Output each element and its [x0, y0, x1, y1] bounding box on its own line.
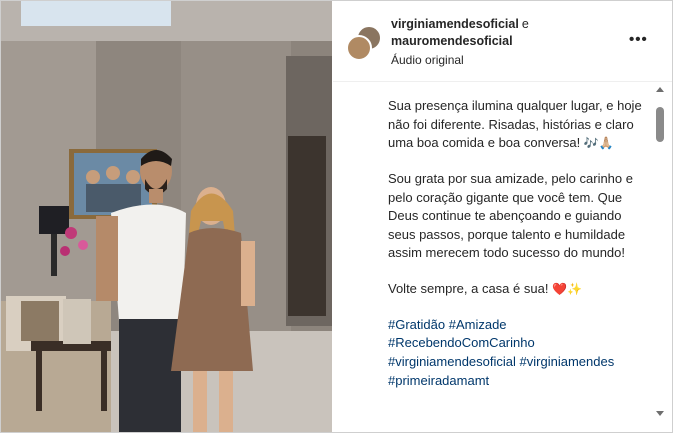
heart-sparkles-emoji-icon: ❤️✨ [552, 282, 582, 297]
hashtag-list: #Gratidão #Amizade #RecebendoComCarinho … [388, 316, 648, 390]
collab-avatars[interactable] [346, 25, 382, 61]
post-details-panel: virginiamendesoficial e mauromendesoficia… [333, 1, 672, 432]
scroll-up-arrow-icon[interactable] [656, 87, 664, 92]
author-names: virginiamendesoficial e mauromendesoficia… [391, 16, 621, 50]
scrollbar-thumb[interactable] [656, 107, 664, 142]
audio-label[interactable]: Áudio original [391, 53, 464, 67]
author-username[interactable]: mauromendesoficial [391, 34, 513, 48]
more-horizontal-icon[interactable]: ••• [629, 31, 648, 48]
post-header: virginiamendesoficial e mauromendesoficia… [333, 1, 672, 82]
hashtag-link[interactable]: #virginiamendes [520, 354, 615, 369]
caption-text: Sou grata por sua amizade, pelo carinho … [388, 171, 633, 261]
hashtag-link[interactable]: #RecebendoComCarinho [388, 335, 535, 350]
hashtag-link[interactable]: #Amizade [449, 317, 507, 332]
post-caption: Sua presença ilumina qualquer lugar, e h… [388, 97, 648, 390]
caption-scrollbar[interactable] [654, 83, 666, 427]
hashtag-link[interactable]: #primeiradamamt [388, 373, 489, 388]
post-photo[interactable] [1, 1, 332, 432]
author-username[interactable]: virginiamendesoficial [391, 17, 519, 31]
caption-text: Volte sempre, a casa é sua! [388, 281, 549, 297]
avatar[interactable] [346, 35, 372, 61]
music-pray-emoji-icon: 🎶🙏🏼 [583, 136, 614, 151]
author-joiner: e [521, 17, 529, 31]
hashtag-link[interactable]: #virginiamendesoficial [388, 354, 516, 369]
caption-paragraph: Sua presença ilumina qualquer lugar, e h… [388, 97, 648, 153]
photo-illustration [1, 1, 332, 432]
caption-paragraph: Volte sempre, a casa é sua! ❤️✨ [388, 280, 648, 299]
hashtag-link[interactable]: #Gratidão [388, 317, 445, 332]
caption-paragraph: Sou grata por sua amizade, pelo carinho … [388, 170, 648, 263]
post-modal: virginiamendesoficial e mauromendesoficia… [0, 0, 673, 433]
scroll-down-arrow-icon[interactable] [656, 411, 664, 416]
